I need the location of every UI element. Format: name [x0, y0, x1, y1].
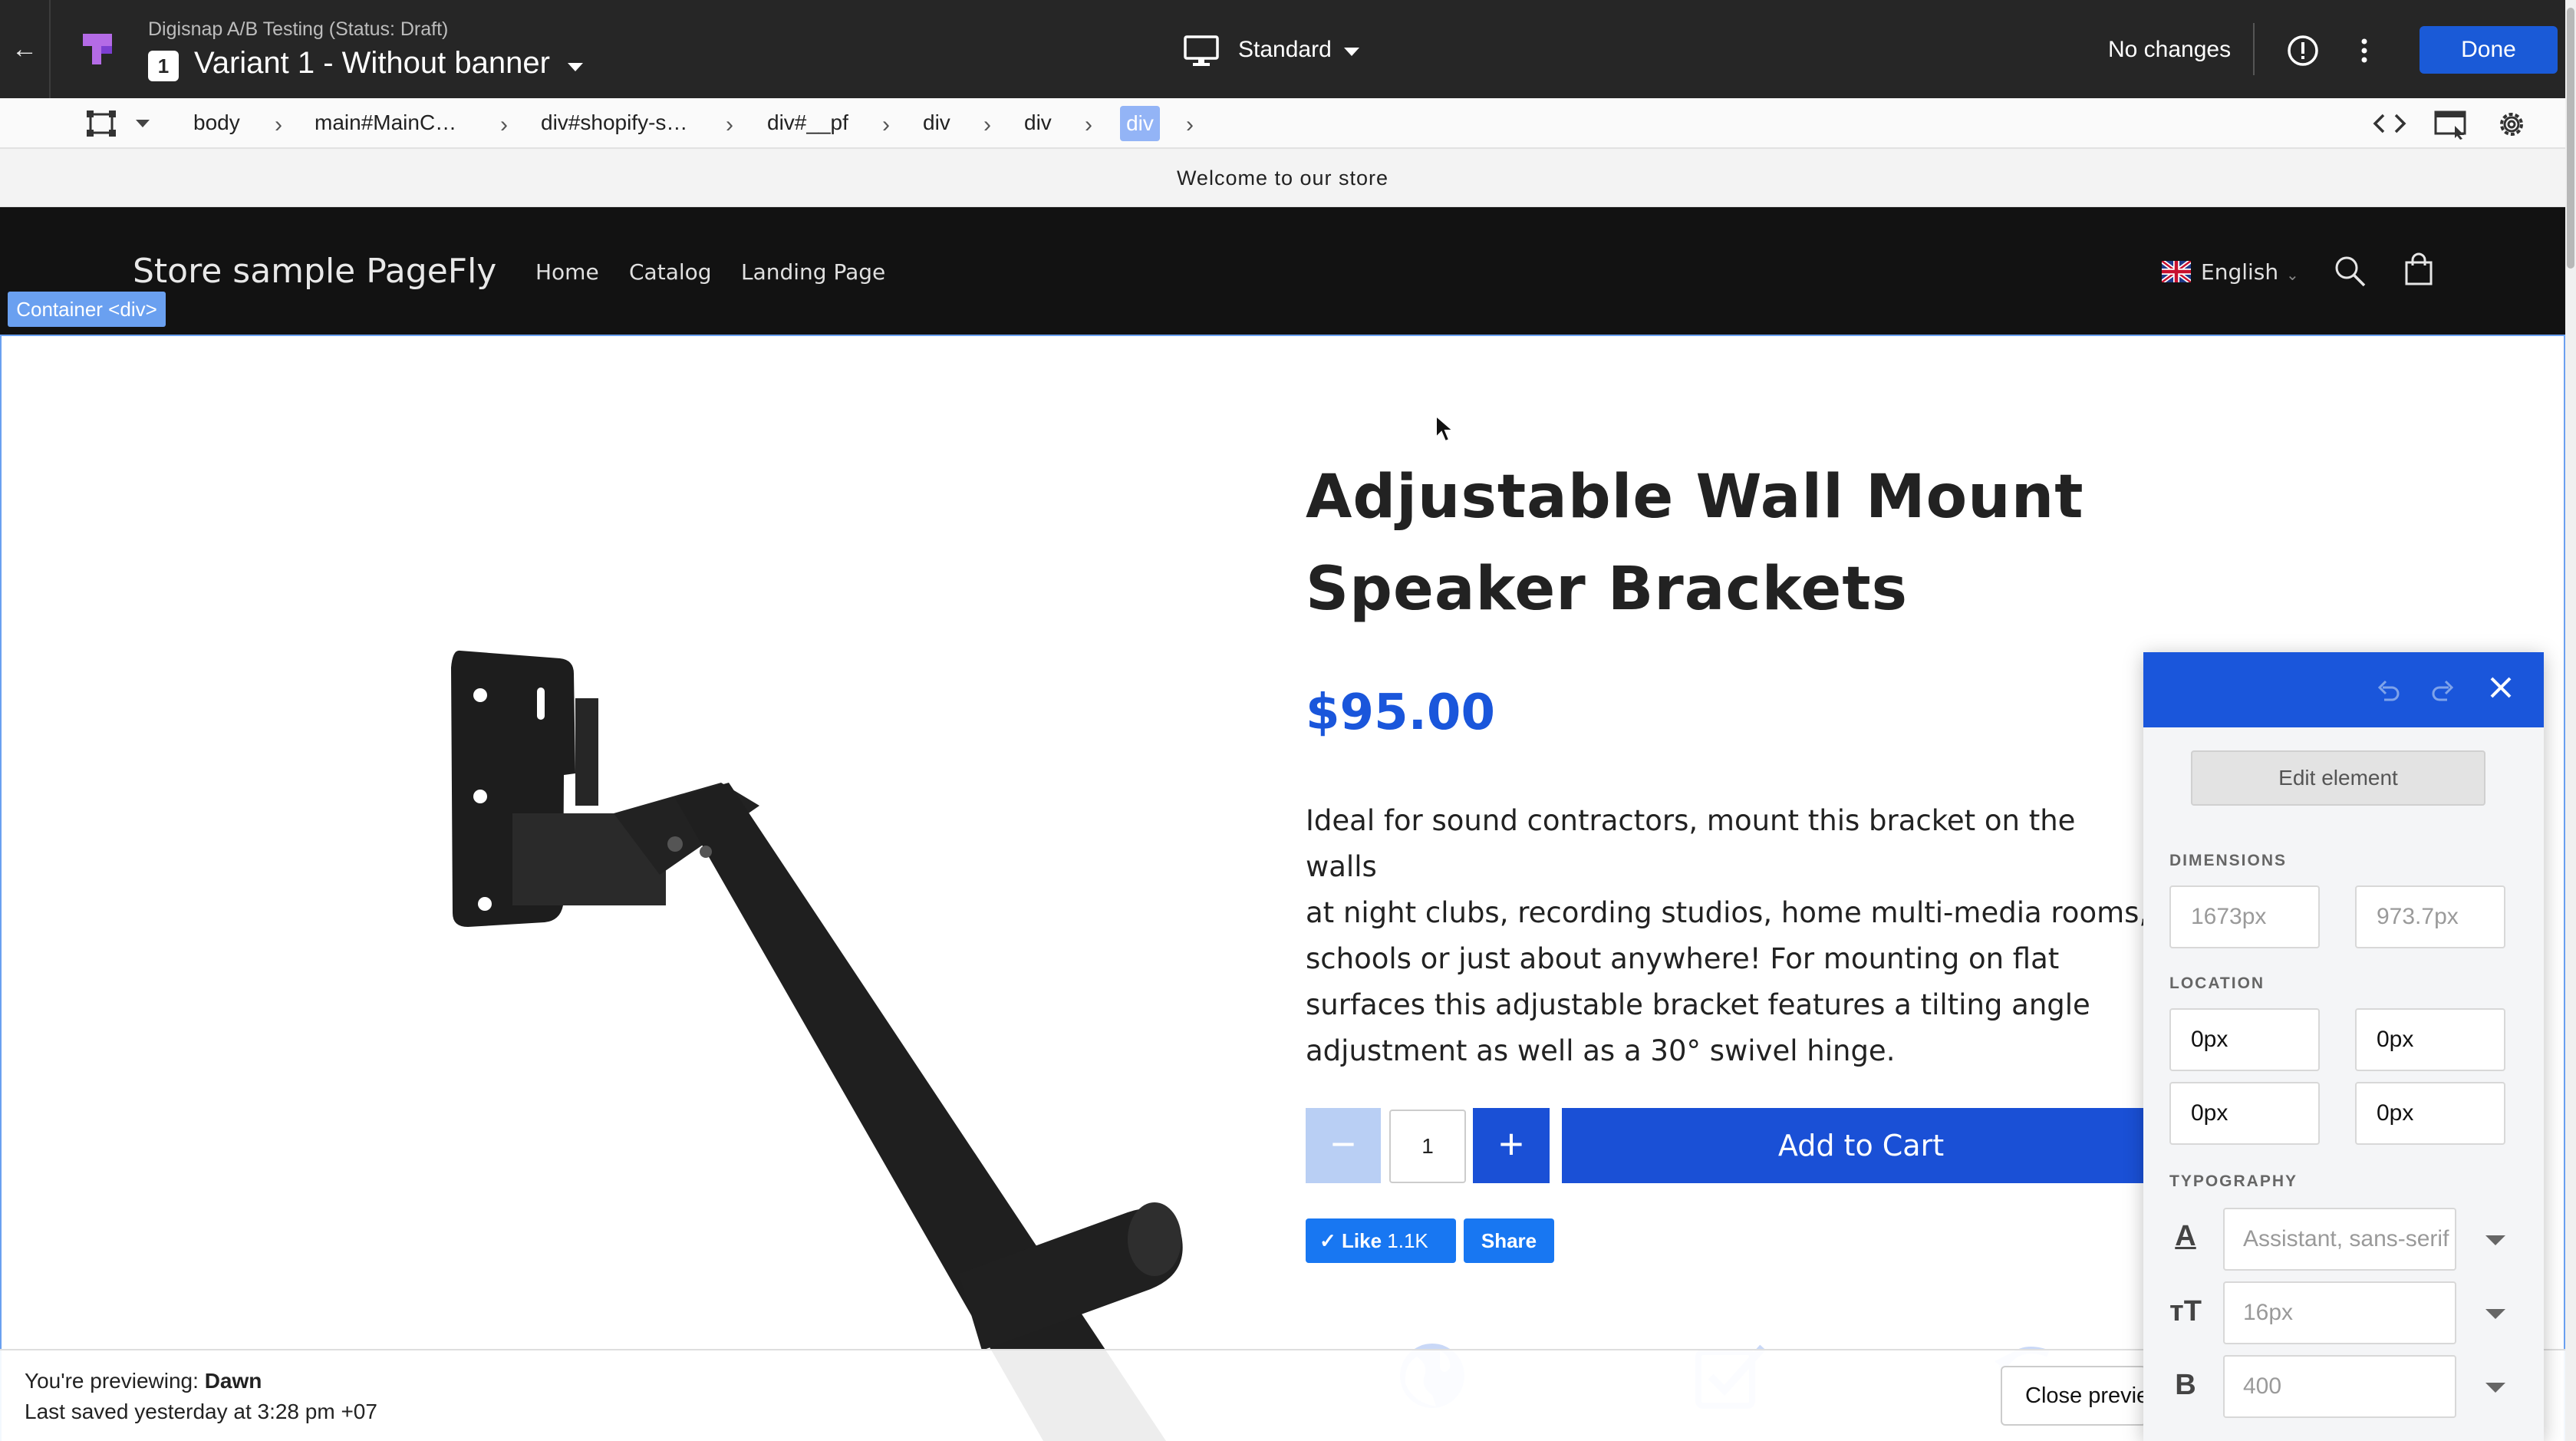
breadcrumb-item[interactable]: main#MainC…: [315, 110, 456, 135]
chevron-right-icon: ›: [275, 112, 282, 137]
description-line: schools or just about anywhere! For moun…: [1306, 942, 2060, 975]
app-logo-icon: [83, 34, 112, 64]
like-count: 1.1K: [1387, 1229, 1428, 1252]
chevron-down-icon[interactable]: [2485, 1235, 2505, 1245]
back-arrow-icon[interactable]: ←: [8, 32, 41, 66]
nav-link-landing-page[interactable]: Landing Page: [741, 259, 885, 285]
chevron-down-icon[interactable]: ⌄: [2286, 265, 2299, 285]
description-line: Ideal for sound contractors, mount this …: [1306, 804, 2076, 883]
desktop-icon[interactable]: [1184, 35, 1219, 68]
redo-icon[interactable]: [2430, 678, 2456, 701]
chevron-right-icon: ›: [1186, 112, 1194, 137]
font-family-icon: A: [2175, 1220, 2196, 1252]
chevron-right-icon: ›: [882, 112, 890, 137]
edit-element-button[interactable]: Edit element: [2191, 750, 2485, 806]
preview-window-icon[interactable]: [2433, 109, 2469, 140]
undo-icon[interactable]: [2375, 678, 2401, 701]
product-title-line: Adjustable Wall Mount: [1306, 463, 2084, 532]
scrollbar-thumb[interactable]: [2567, 8, 2574, 269]
top-bar-divider: [49, 0, 51, 98]
breadcrumb-item[interactable]: div#__pf: [767, 110, 848, 135]
last-saved-text: Last saved yesterday at 3:28 pm +07: [25, 1400, 377, 1423]
location-label: LOCATION: [2169, 974, 2265, 992]
alert-icon[interactable]: [2286, 34, 2320, 68]
theme-name: Dawn: [204, 1369, 262, 1393]
font-weight-select[interactable]: 400: [2223, 1355, 2456, 1418]
like-label: Like: [1342, 1229, 1382, 1252]
breadcrumb-item[interactable]: body: [193, 110, 240, 135]
facebook-share-button[interactable]: Share: [1464, 1218, 1554, 1263]
chevron-down-icon[interactable]: [2485, 1383, 2505, 1393]
description-line: adjustment as well as a 30° swivel hinge…: [1306, 1034, 1896, 1067]
search-icon[interactable]: [2332, 253, 2367, 289]
check-icon: ✓: [1319, 1229, 1342, 1252]
quantity-increase-button[interactable]: +: [1473, 1108, 1550, 1183]
font-family-select[interactable]: Assistant, sans-serif: [2223, 1208, 2456, 1271]
dimensions-label: DIMENSIONS: [2169, 852, 2288, 869]
language-selector[interactable]: English: [2201, 259, 2278, 285]
product-price: $95.00: [1306, 684, 1495, 741]
edit-panel-header[interactable]: [2143, 652, 2544, 727]
cart-icon[interactable]: [2401, 252, 2436, 289]
chevron-right-icon: ›: [1085, 112, 1092, 137]
close-icon[interactable]: [2485, 672, 2516, 703]
description-line: surfaces this adjustable bracket feature…: [1306, 988, 2090, 1021]
preview-theme-text: You're previewing: Dawn: [25, 1369, 262, 1393]
chevron-down-icon[interactable]: [136, 120, 150, 127]
quantity-input[interactable]: 1: [1389, 1110, 1466, 1183]
facebook-like-button[interactable]: ✓ Like 1.1K: [1306, 1218, 1456, 1263]
chevron-right-icon: ›: [726, 112, 733, 137]
divider: [2253, 23, 2255, 75]
nav-link-home[interactable]: Home: [535, 259, 599, 285]
uk-flag-icon: [2162, 261, 2191, 282]
product-image: [451, 650, 1183, 1441]
description-line: at night clubs, recording studios, home …: [1306, 896, 2149, 929]
selected-element-tag: Container <div>: [8, 292, 166, 327]
preview-prefix: You're previewing:: [25, 1369, 205, 1393]
location-top-input[interactable]: 0px: [2169, 1008, 2320, 1071]
breadcrumb-item[interactable]: div#shopify-s…: [541, 110, 687, 135]
announcement-bar: Welcome to our store: [0, 149, 2565, 207]
save-status: No changes: [2108, 37, 2232, 62]
product-title-line: Speaker Brackets: [1306, 555, 1909, 624]
product-title: Adjustable Wall Mount Speaker Brackets: [1306, 451, 2226, 635]
product-description: Ideal for sound contractors, mount this …: [1306, 798, 2149, 1074]
gear-icon[interactable]: [2495, 107, 2528, 141]
font-weight-icon: B: [2175, 1369, 2196, 1401]
chevron-right-icon: ›: [983, 112, 991, 137]
chevron-right-icon: ›: [500, 112, 508, 137]
chevron-down-icon[interactable]: [2485, 1309, 2505, 1319]
breadcrumb-item[interactable]: div: [1024, 110, 1052, 135]
location-bottom-input[interactable]: 0px: [2169, 1082, 2320, 1145]
code-icon[interactable]: [2372, 109, 2407, 138]
font-size-select[interactable]: 16px: [2223, 1281, 2456, 1344]
width-input[interactable]: 1673px: [2169, 885, 2320, 948]
more-vertical-icon[interactable]: [2355, 34, 2373, 68]
location-left-input[interactable]: 0px: [2355, 1082, 2505, 1145]
location-right-input[interactable]: 0px: [2355, 1008, 2505, 1071]
nav-link-catalog[interactable]: Catalog: [629, 259, 712, 285]
done-button[interactable]: Done: [2420, 26, 2558, 74]
close-preview-button[interactable]: Close preview: [2001, 1366, 2146, 1426]
quantity-decrease-button[interactable]: −: [1306, 1108, 1381, 1183]
variant-number-badge: 1: [148, 51, 179, 81]
add-to-cart-button[interactable]: Add to Cart: [1562, 1108, 2160, 1183]
typography-label: TYPOGRAPHY: [2169, 1172, 2298, 1190]
height-input[interactable]: 973.7px: [2355, 885, 2505, 948]
chevron-down-icon[interactable]: [568, 63, 583, 71]
variant-title-dropdown[interactable]: Variant 1 - Without banner: [194, 46, 550, 81]
device-selector[interactable]: Standard: [1238, 37, 1332, 63]
mouse-cursor-icon: [1435, 414, 1454, 443]
select-frame-icon[interactable]: [84, 110, 118, 137]
font-size-icon: ᴛT: [2169, 1295, 2202, 1327]
store-logo-text[interactable]: Store sample PageFly: [133, 252, 496, 291]
chevron-down-icon[interactable]: [1344, 48, 1359, 56]
breadcrumb-item[interactable]: div: [923, 110, 950, 135]
breadcrumb-item-active[interactable]: div: [1120, 106, 1160, 141]
app-name: Digisnap A/B Testing (Status: Draft): [148, 18, 449, 40]
